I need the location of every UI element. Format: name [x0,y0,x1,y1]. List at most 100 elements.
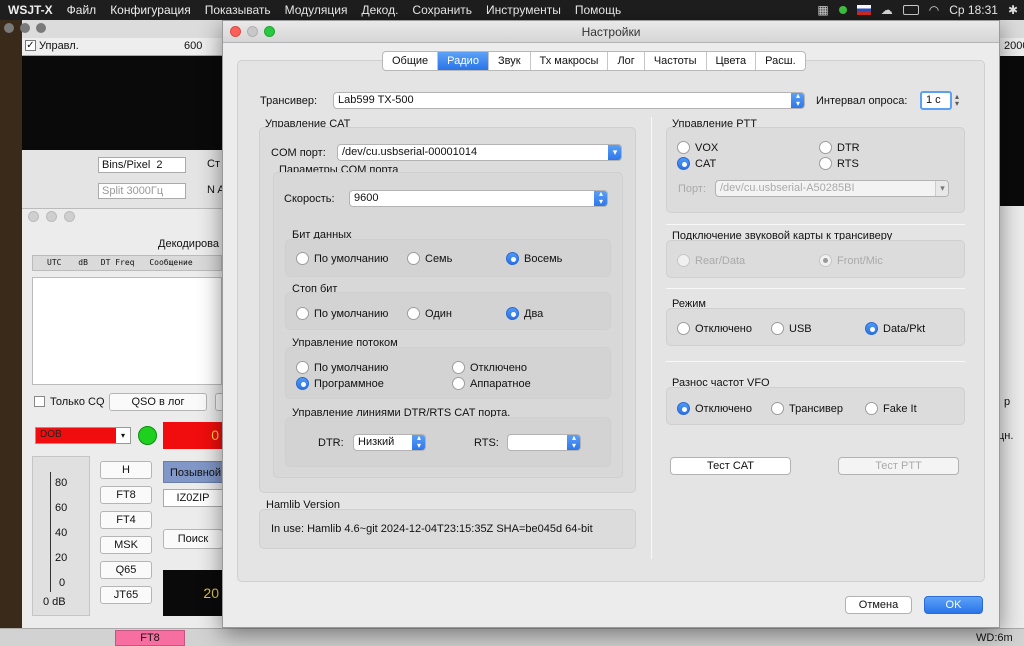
menu-tools[interactable]: Инструменты [486,3,561,17]
app-menu[interactable]: WSJT-X [8,3,53,17]
tab-radio[interactable]: Радио [438,52,489,70]
poll-interval-field[interactable]: 1 с [920,91,952,110]
mode-button-jt65[interactable]: JT65 [100,586,152,604]
meter-tick-20: 20 [55,552,68,564]
stop-bits-default-radio[interactable]: По умолчанию [296,307,388,320]
flow-off-radio[interactable]: Отключено [452,361,527,374]
data-bits-default-radio[interactable]: По умолчанию [296,252,388,265]
tab-tx-macros[interactable]: Тх макросы [531,52,609,70]
test-cat-button[interactable]: Тест CAT [670,457,791,475]
tab-advanced[interactable]: Расш. [756,52,804,70]
decode-list[interactable] [32,277,222,385]
waterfall-display-right[interactable] [1000,56,1024,206]
transceiver-select[interactable]: Lab599 TX-500 ▴ ▾ [333,92,805,109]
band-select[interactable]: DOB ▾ [35,427,131,444]
menu-view[interactable]: Показывать [205,3,271,17]
stop-bits-one-radio[interactable]: Один [407,307,452,320]
split-off-radio[interactable]: Отключено [677,402,752,415]
callsign-field[interactable]: IZ0ZIP [163,489,223,507]
tab-frequencies[interactable]: Частоты [645,52,707,70]
zoom-icon[interactable] [264,26,275,37]
ptt-port-select[interactable]: /dev/cu.usbserial-A50285BI ▾ [715,180,949,197]
control-checkbox[interactable]: ✓ [25,40,36,51]
settings-dialog: Настройки Общие Радио Звук Тх макросы Ло… [222,20,1000,628]
st-label: Ст [207,158,220,170]
language-flag-icon[interactable] [856,5,871,15]
lookup-button[interactable]: Поиск [163,529,223,549]
mode-button-h[interactable]: H [100,461,152,479]
flow-software-radio[interactable]: Программное [296,377,384,390]
mode-data-pkt-radio[interactable]: Data/Pkt [865,322,925,335]
menu-decode[interactable]: Декод. [361,3,398,17]
select-arrows-icon: ▴ ▾ [412,435,425,450]
test-ptt-button[interactable]: Тест PTT [838,457,959,475]
ptt-cat-radio[interactable]: CAT [677,157,716,170]
menu-help[interactable]: Помощь [575,3,621,17]
audio-rear-data-radio[interactable]: Rear/Data [677,254,745,267]
menu-configuration[interactable]: Конфигурация [110,3,191,17]
ptt-rts-radio[interactable]: RTS [819,157,859,170]
bg-close-icon[interactable] [4,23,14,33]
tab-colors[interactable]: Цвета [707,52,757,70]
main-zoom-icon[interactable] [64,211,75,222]
mode-button-ft4[interactable]: FT4 [100,511,152,529]
tab-audio[interactable]: Звук [489,52,531,70]
tab-general[interactable]: Общие [383,52,439,70]
mode-button-ft8[interactable]: FT8 [100,486,152,504]
log-qso-button[interactable]: QSO в лог [109,393,207,411]
grid-icon[interactable]: ▦ [817,3,828,17]
ok-button[interactable]: OK [924,596,983,614]
poll-stepper-icon[interactable]: ▴ ▾ [955,93,959,108]
bins-per-pixel-spinner[interactable]: Bins/Pixel 2 [98,157,186,173]
mode-button-msk[interactable]: MSK [100,536,152,554]
tx-red-field: 0 [163,422,223,449]
data-bits-eight-radio[interactable]: Восемь [506,252,562,265]
flow-default-radio[interactable]: По умолчанию [296,361,388,374]
stop-bits-two-radio[interactable]: Два [506,307,543,320]
main-close-icon[interactable] [28,211,39,222]
status-menus: ▦ ☁ ◠ Ср 18:31 ✱ [817,0,1018,20]
flow-hardware-radio[interactable]: Аппаратное [452,377,531,390]
rts-label: RTS: [474,437,499,449]
display-icon[interactable] [902,5,919,15]
cloud-icon[interactable]: ☁ [881,3,893,17]
com-port-select[interactable]: /dev/cu.usbserial-00001014 ▾ [337,144,622,161]
tab-log[interactable]: Лог [608,52,645,70]
main-minimize-icon[interactable] [46,211,57,222]
mode-off-radio[interactable]: Отключено [677,322,752,335]
menu-save[interactable]: Сохранить [412,3,472,17]
mode-usb-radio[interactable]: USB [771,322,812,335]
split-field[interactable]: Split 3000Гц [98,183,186,199]
bluetooth-icon[interactable]: ✱ [1008,3,1018,17]
dtr-label: DTR: [318,437,344,449]
menu-mode[interactable]: Модуляция [285,3,348,17]
control-checkbox-label: Управл. [39,40,79,52]
bg-minimize-icon[interactable] [20,23,30,33]
split-fake-it-radio[interactable]: Fake It [865,402,917,415]
bg-zoom-icon[interactable] [36,23,46,33]
column-separator [651,117,652,559]
meter-tick-60: 60 [55,502,68,514]
ptt-port-label: Порт: [678,183,706,195]
dtr-select[interactable]: Низкий ▴ ▾ [353,434,426,451]
cancel-button[interactable]: Отмена [845,596,912,614]
split-rig-radio[interactable]: Трансивер [771,402,843,415]
only-cq-checkbox[interactable] [34,396,45,407]
audio-front-mic-radio[interactable]: Front/Mic [819,254,883,267]
meter-tick-40: 40 [55,527,68,539]
speed-select[interactable]: 9600 ▴ ▾ [349,190,608,207]
wifi-icon[interactable]: ◠ [929,3,939,17]
minimize-icon[interactable] [247,26,258,37]
status-dot-icon[interactable] [838,6,847,14]
close-icon[interactable] [230,26,241,37]
waterfall-display[interactable] [22,56,222,150]
clock[interactable]: Ср 18:31 [949,3,998,17]
menu-file[interactable]: Файл [67,3,97,17]
rts-select[interactable]: ▴ ▾ [507,434,581,451]
ptt-dtr-radio[interactable]: DTR [819,141,860,154]
mode-button-q65[interactable]: Q65 [100,561,152,579]
ptt-vox-radio[interactable]: VOX [677,141,718,154]
meter-tick-80: 80 [55,477,68,489]
data-bits-seven-radio[interactable]: Семь [407,252,452,265]
main-window-right: р цн. [998,206,1024,628]
